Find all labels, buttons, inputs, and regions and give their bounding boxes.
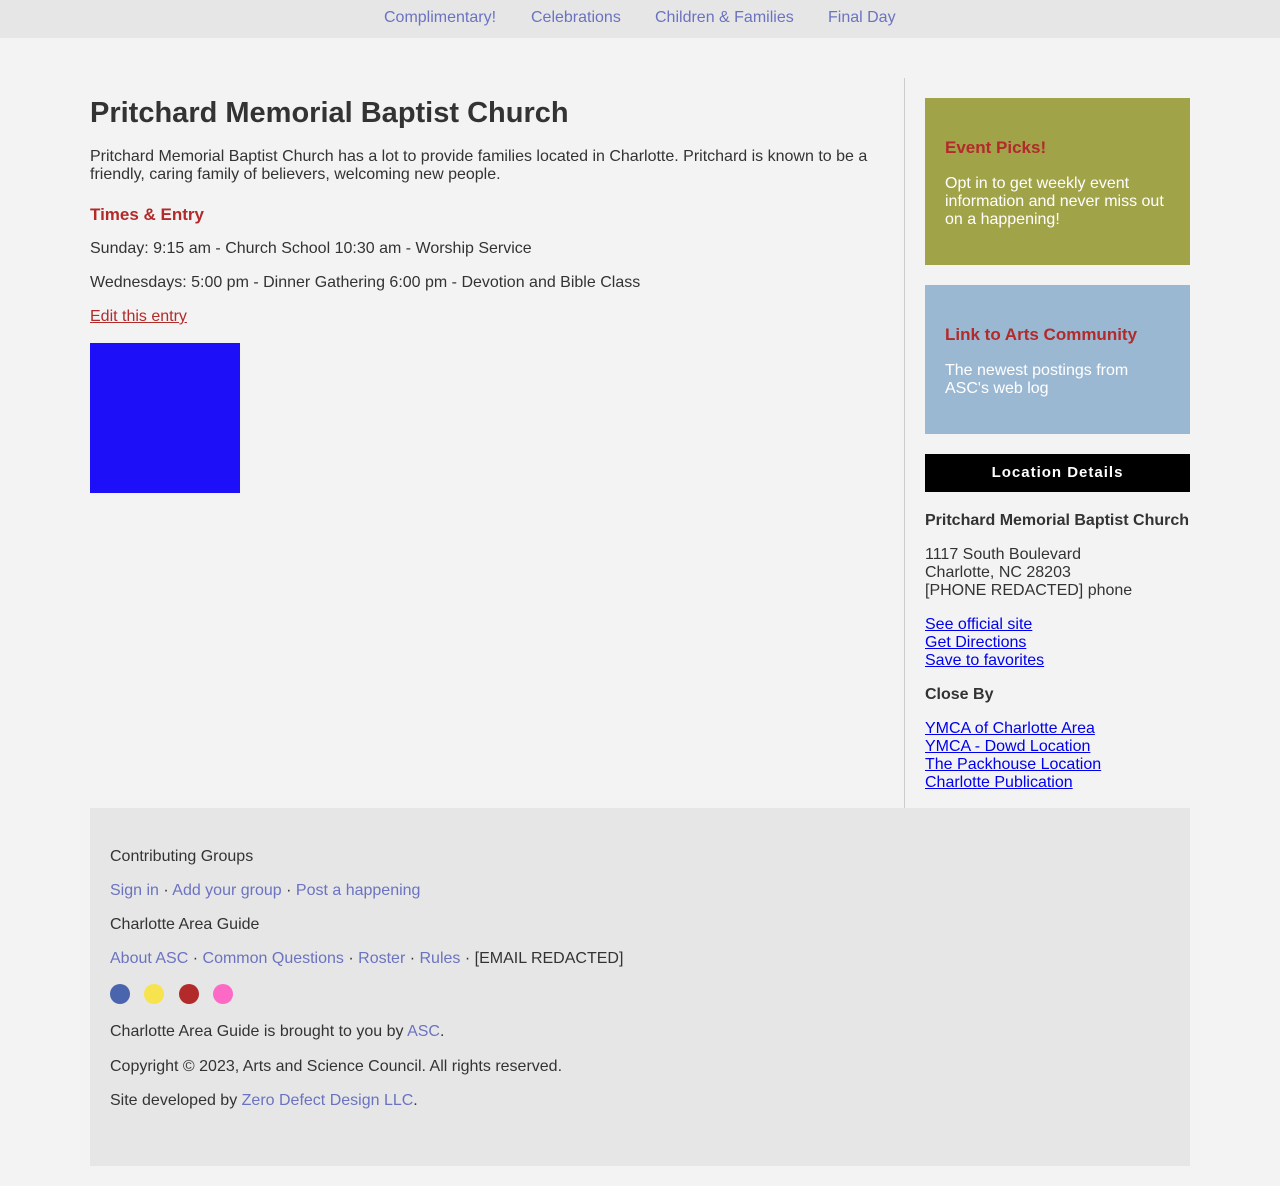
arts-community-text: The newest postings from ASC's web log <box>945 362 1129 397</box>
post-happening-link[interactable]: Post a happening <box>296 882 421 899</box>
location-details-heading: Location Details <box>925 454 1190 492</box>
brought-by-text: Charlotte Area Guide is brought to you b… <box>110 1023 408 1040</box>
save-favorites-link[interactable]: Save to favorites <box>925 652 1044 670</box>
close-by-heading: Close By <box>925 686 994 703</box>
main-content: Pritchard Memorial Baptist Church Pritch… <box>90 96 890 493</box>
close-by-link-ymca-charlotte[interactable]: YMCA of Charlotte Area <box>925 720 1101 738</box>
event-picks-text: Opt in to get weekly event information a… <box>945 175 1164 228</box>
edit-entry-link[interactable]: Edit this entry <box>90 308 187 326</box>
sign-in-link[interactable]: Sign in <box>110 882 159 899</box>
social-icon-yellow[interactable] <box>144 984 164 1004</box>
nav-complimentary[interactable]: Complimentary! <box>384 9 496 27</box>
location-name: Pritchard Memorial Baptist Church <box>925 512 1190 529</box>
developed-by-line: Site developed by Zero Defect Design LLC… <box>110 1092 418 1110</box>
copyright-text: Copyright © 2023, Arts and Science Counc… <box>110 1058 563 1075</box>
get-directions-link[interactable]: Get Directions <box>925 634 1044 652</box>
event-picks-heading: Event Picks! <box>945 138 1047 157</box>
times-heading: Times & Entry <box>90 205 205 224</box>
rules-link[interactable]: Rules <box>420 950 461 967</box>
arts-community-heading: Link to Arts Community <box>945 325 1138 344</box>
zero-defect-link[interactable]: Zero Defect Design LLC <box>242 1092 414 1109</box>
social-icon-blue[interactable] <box>110 984 130 1004</box>
period: . <box>413 1092 418 1109</box>
add-group-link[interactable]: Add your group <box>172 882 281 899</box>
about-asc-link[interactable]: About ASC <box>110 950 188 967</box>
church-image <box>90 343 240 493</box>
location-address: 1117 South Boulevard Charlotte, NC 28203… <box>925 546 1132 600</box>
separator: · <box>348 950 354 967</box>
address-line-1: 1117 South Boulevard <box>925 546 1081 563</box>
close-by-links: YMCA of Charlotte Area YMCA - Dowd Locat… <box>925 720 1101 792</box>
guide-links: About ASC · Common Questions · Roster · … <box>110 950 623 968</box>
separator: · <box>409 950 416 967</box>
event-picks-box[interactable]: Event Picks! Opt in to get weekly event … <box>925 98 1190 265</box>
separator: · <box>192 950 199 967</box>
page-title: Pritchard Memorial Baptist Church <box>90 97 569 129</box>
close-by-link-publication[interactable]: Charlotte Publication <box>925 774 1101 792</box>
roster-link[interactable]: Roster <box>358 950 405 967</box>
close-by-link-packhouse[interactable]: The Packhouse Location <box>925 756 1101 774</box>
asc-link[interactable]: ASC <box>407 1023 440 1040</box>
close-by-link-ymca-dowd[interactable]: YMCA - Dowd Location <box>925 738 1101 756</box>
separator: · <box>464 950 471 967</box>
separator: · <box>286 882 292 899</box>
nav-children-families[interactable]: Children & Families <box>655 9 794 27</box>
sunday-times: Sunday: 9:15 am - Church School 10:30 am… <box>90 240 532 257</box>
period: . <box>439 1023 445 1040</box>
contributing-links: Sign in · Add your group · Post a happen… <box>110 882 420 900</box>
phone-number: [PHONE REDACTED] phone <box>925 582 1133 599</box>
social-icon-pink[interactable] <box>213 984 233 1004</box>
address-line-2: Charlotte, NC 28203 <box>925 564 1071 581</box>
official-site-link[interactable]: See official site <box>925 616 1044 634</box>
guide-heading: Charlotte Area Guide <box>110 916 260 933</box>
brought-by-line: Charlotte Area Guide is brought to you b… <box>110 1023 444 1041</box>
contributing-groups-heading: Contributing Groups <box>110 848 254 865</box>
top-nav: Complimentary! Celebrations Children & F… <box>0 0 1280 38</box>
footer: Contributing Groups Sign in · Add your g… <box>90 808 1190 1166</box>
nav-celebrations[interactable]: Celebrations <box>531 9 621 27</box>
common-questions-link[interactable]: Common Questions <box>203 950 344 967</box>
column-divider <box>904 78 905 808</box>
intro-text: Pritchard Memorial Baptist Church has a … <box>90 148 868 183</box>
separator: · <box>163 882 169 899</box>
social-icon-red[interactable] <box>179 984 199 1004</box>
location-links: See official site Get Directions Save to… <box>925 616 1044 670</box>
arts-community-box[interactable]: Link to Arts Community The newest postin… <box>925 285 1190 434</box>
developed-by-text: Site developed by <box>110 1092 242 1109</box>
nav-final-day[interactable]: Final Day <box>828 9 896 27</box>
wednesday-times: Wednesdays: 5:00 pm - Dinner Gathering 6… <box>90 274 641 291</box>
contact-email: [EMAIL REDACTED] <box>474 950 624 967</box>
